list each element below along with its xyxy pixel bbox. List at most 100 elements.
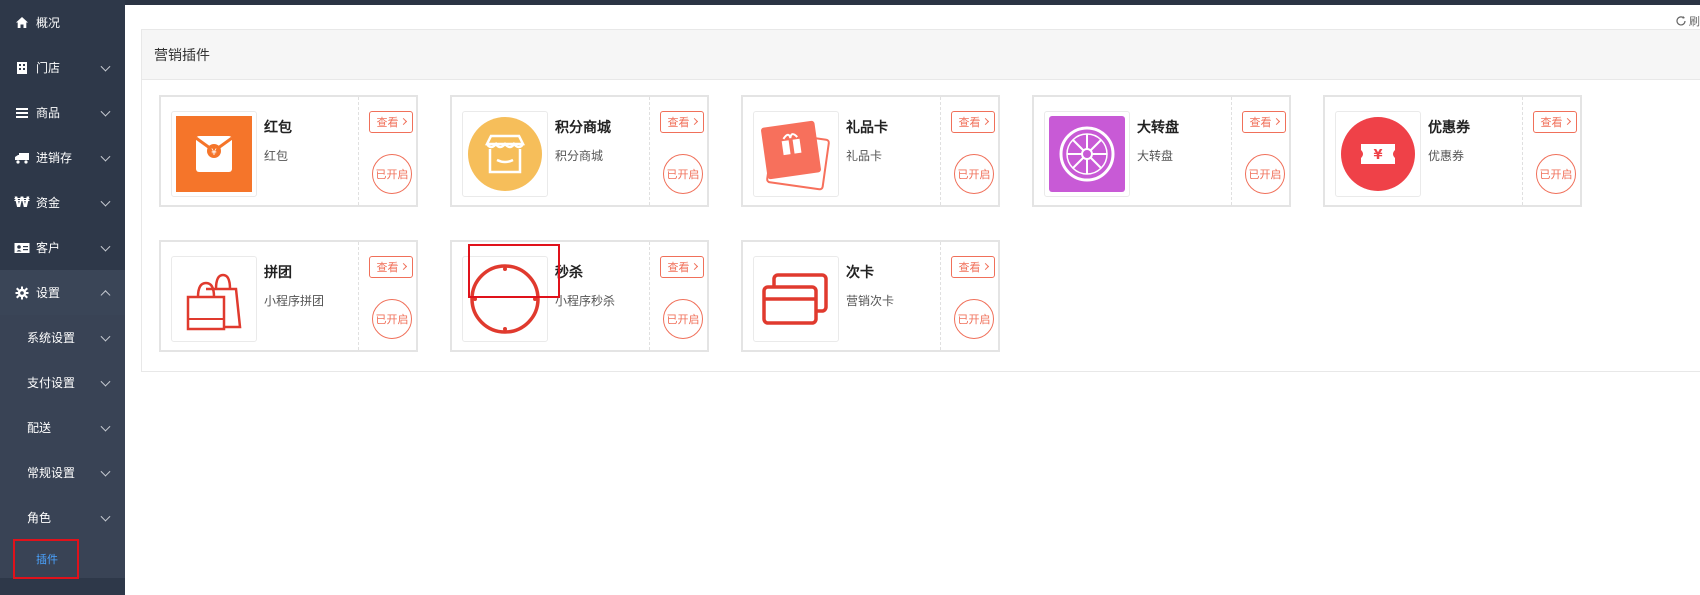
chevron-down-icon (100, 106, 111, 117)
view-button-label: 查看 (667, 261, 690, 274)
id-card-icon (14, 240, 30, 256)
plugin-title: 大转盘 (1137, 120, 1179, 136)
sidebar-subitem-payment-settings[interactable]: 支付设置 (0, 360, 125, 405)
sidebar-subitem-label: 常规设置 (27, 466, 76, 480)
status-enabled-button[interactable]: 已开启 (663, 154, 703, 194)
view-button[interactable]: 查看 (1533, 111, 1577, 133)
sidebar-item-label: 设置 (36, 286, 61, 300)
chevron-down-icon (100, 466, 111, 477)
chevron-right-icon (981, 117, 989, 125)
chevron-down-icon (100, 241, 111, 252)
chevron-down-icon (100, 511, 111, 522)
list-icon (14, 105, 30, 121)
refresh-label: 刷 (1689, 15, 1700, 28)
card-divider (1522, 97, 1523, 205)
plugin-desc: 礼品卡 (846, 149, 883, 163)
card-divider (940, 242, 941, 350)
sidebar-item-settings[interactable]: 设置 (0, 270, 125, 315)
refresh-icon (1676, 16, 1686, 26)
shopping-bags-icon (171, 256, 257, 342)
cards-icon (753, 256, 839, 342)
chevron-down-icon (100, 196, 111, 207)
sidebar-item-label: 商品 (36, 106, 61, 120)
view-button[interactable]: 查看 (1242, 111, 1286, 133)
chevron-down-icon (100, 331, 111, 342)
view-button[interactable]: 查看 (660, 111, 704, 133)
sidebar-item-label: 概况 (36, 16, 61, 30)
status-enabled-button[interactable]: 已开启 (372, 299, 412, 339)
sidebar-item-label: 门店 (36, 61, 61, 75)
plugin-desc: 小程序拼团 (264, 294, 325, 308)
sidebar-item-inventory[interactable]: 进销存 (0, 135, 125, 180)
chevron-up-icon (100, 289, 111, 300)
sidebar-item-store[interactable]: 门店 (0, 45, 125, 90)
status-enabled-button[interactable]: 已开启 (1245, 154, 1285, 194)
card-divider (649, 97, 650, 205)
view-button-label: 查看 (376, 261, 399, 274)
view-button-label: 查看 (1540, 116, 1563, 129)
status-enabled-button[interactable]: 已开启 (372, 154, 412, 194)
gear-icon (14, 285, 30, 301)
view-button[interactable]: 查看 (951, 111, 995, 133)
sidebar-subitem-general-settings[interactable]: 常规设置 (0, 450, 125, 495)
sidebar-subitem-delivery[interactable]: 配送 (0, 405, 125, 450)
view-button[interactable]: 查看 (369, 256, 413, 278)
status-enabled-button[interactable]: 已开启 (663, 299, 703, 339)
sidebar-item-customer[interactable]: 客户 (0, 225, 125, 270)
plugin-desc: 大转盘 (1137, 149, 1174, 163)
view-button-label: 查看 (958, 261, 981, 274)
store-icon (462, 111, 548, 197)
sidebar-subitem-roles[interactable]: 角色 (0, 495, 125, 540)
sidebar-item-goods[interactable]: 商品 (0, 90, 125, 135)
card-divider (940, 97, 941, 205)
panel-title: 营销插件 (142, 30, 1700, 80)
plugin-title: 优惠券 (1428, 120, 1470, 136)
sidebar-subitem-label: 支付设置 (27, 376, 76, 390)
card-divider (1231, 97, 1232, 205)
card-divider (358, 97, 359, 205)
sidebar-subitem-system-settings[interactable]: 系统设置 (0, 315, 125, 360)
view-button[interactable]: 查看 (660, 256, 704, 278)
card-divider (358, 242, 359, 350)
view-button-label: 查看 (958, 116, 981, 129)
plugin-desc: 红包 (264, 149, 289, 163)
chevron-down-icon (100, 421, 111, 432)
chevron-down-icon (100, 61, 111, 72)
sidebar-subitem-label: 配送 (27, 421, 52, 435)
plugin-desc: 积分商城 (555, 149, 604, 163)
home-icon (14, 15, 30, 31)
sidebar-item-label: 资金 (36, 196, 61, 210)
sidebar: 概况 门店 商品 进销存 ₩ 资金 客户 设置 系统设置 支付设置 配送 常规设… (0, 0, 125, 595)
chevron-right-icon (399, 262, 407, 270)
refresh-button[interactable]: 刷 (1675, 13, 1700, 29)
sidebar-item-label: 客户 (36, 241, 61, 255)
status-enabled-button[interactable]: 已开启 (954, 299, 994, 339)
chevron-right-icon (690, 117, 698, 125)
view-button-label: 查看 (1249, 116, 1272, 129)
plugin-title: 积分商城 (555, 120, 611, 136)
sidebar-item-funds[interactable]: ₩ 资金 (0, 180, 125, 225)
building-icon (14, 60, 30, 76)
plugin-title: 红包 (264, 120, 292, 136)
won-icon: ₩ (14, 194, 30, 211)
plugin-card-coupon: ¥ 优惠券 优惠券 查看 已开启 (1323, 95, 1582, 207)
coupon-icon: ¥ (1335, 111, 1421, 197)
view-button[interactable]: 查看 (951, 256, 995, 278)
plugin-card-points-mall: 积分商城 积分商城 查看 已开启 (450, 95, 709, 207)
highlight-annotation-box (468, 244, 560, 298)
status-enabled-button[interactable]: 已开启 (954, 154, 994, 194)
wheel-icon (1044, 111, 1130, 197)
svg-text:¥: ¥ (211, 148, 217, 158)
chevron-right-icon (690, 262, 698, 270)
plugin-card-lucky-wheel: 大转盘 大转盘 查看 已开启 (1032, 95, 1291, 207)
sidebar-item-label: 进销存 (36, 151, 73, 165)
sidebar-subitem-label: 角色 (27, 511, 52, 525)
status-enabled-button[interactable]: 已开启 (1536, 154, 1576, 194)
chevron-right-icon (981, 262, 989, 270)
sidebar-item-overview[interactable]: 概况 (0, 0, 125, 45)
plugin-title: 拼团 (264, 265, 292, 281)
view-button-label: 查看 (667, 116, 690, 129)
chevron-right-icon (1272, 117, 1280, 125)
chevron-right-icon (1563, 117, 1571, 125)
view-button[interactable]: 查看 (369, 111, 413, 133)
